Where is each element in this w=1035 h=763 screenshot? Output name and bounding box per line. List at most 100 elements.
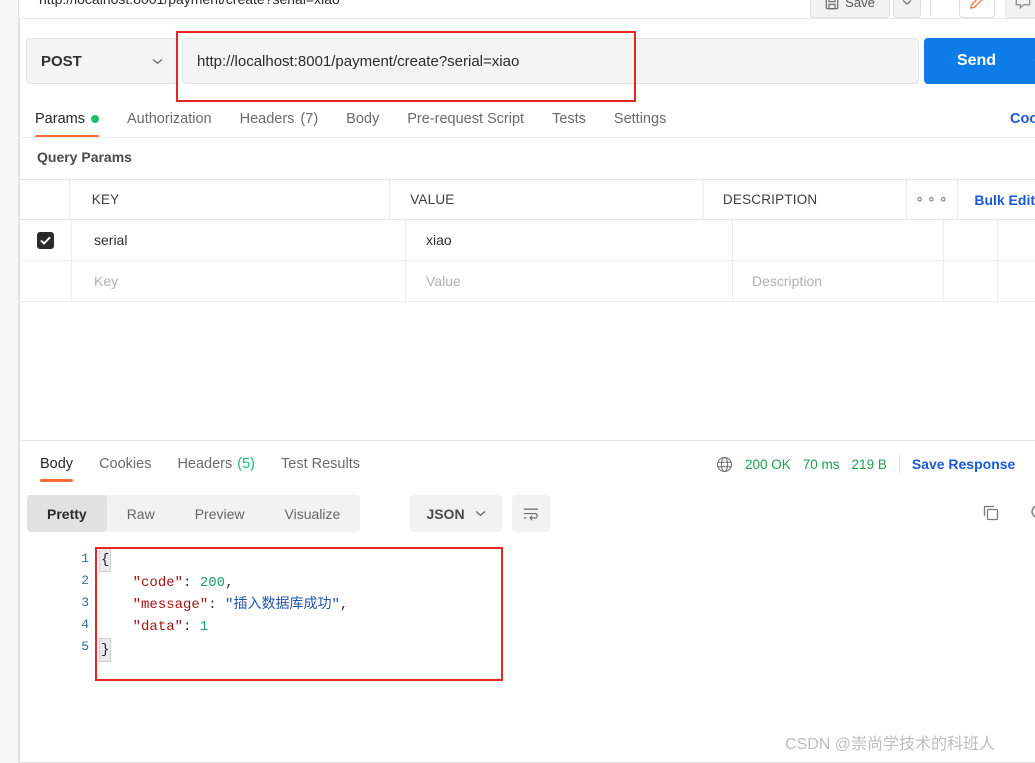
toolbar-divider [930,0,931,16]
tab-pre-request-script[interactable]: Pre-request Script [393,103,538,135]
header-key: KEY [91,192,120,207]
send-options-button[interactable] [1024,38,1035,84]
json-key-data: "data" [132,619,184,635]
cookies-link[interactable]: Cookies [1010,111,1035,127]
tab-headers-count: (7) [300,111,319,127]
response-json-code[interactable]: { "code": 200, "message": "插入数据库成功", "da… [99,548,348,662]
left-gutter [0,0,19,763]
response-separator [19,440,1035,441]
row-checkbox-cell[interactable] [19,219,72,261]
word-wrap-icon [522,506,540,522]
placeholder-trailing-cell [998,261,1035,302]
json-close-brace: } [99,638,112,662]
copy-response-button[interactable] [981,503,1001,523]
response-tab-test-results-label: Test Results [281,456,360,472]
http-method-select[interactable]: POST [26,38,178,84]
tabs-underline [19,137,1035,138]
response-view-mode-group: Pretty Raw Preview Visualize [27,495,361,532]
row-trailing-cell [998,220,1035,261]
response-status-bar: 200 OK 70 ms 219 B Save Response [716,452,1015,476]
pencil-edit-icon [968,0,986,11]
json-key-message: "message" [132,597,209,613]
url-text: http://localhost:8001/payment/create?ser… [197,52,520,70]
chevron-down-icon [902,0,912,6]
save-button[interactable]: Save [810,0,890,18]
save-response-button[interactable]: Save Response [912,456,1016,472]
params-modified-dot-icon [90,115,99,123]
placeholder-value-input[interactable]: Value [426,273,461,289]
tab-body[interactable]: Body [332,103,393,135]
tab-pre-request-script-label: Pre-request Script [407,111,525,127]
tab-headers[interactable]: Headers (7) [226,103,333,135]
http-method-label: POST [41,52,82,70]
tab-tests-label: Tests [552,111,586,127]
line-numbers: 12345 [81,551,89,654]
table-row-placeholder: Key Value Description [19,260,1035,302]
tab-params-label: Params [35,111,85,127]
tab-settings[interactable]: Settings [600,103,680,135]
word-wrap-button[interactable] [512,495,550,532]
response-time: 70 ms [802,456,840,472]
tab-headers-label: Headers [239,111,295,127]
placeholder-description-input[interactable]: Description [752,273,822,289]
request-response-panel: http://localhost:8001/payment/create?ser… [19,0,1035,763]
json-sep-3: : [183,619,200,635]
json-open-brace: { [99,548,112,572]
header-value: VALUE [410,192,455,207]
edit-button[interactable] [959,0,995,18]
response-format-select[interactable]: JSON [410,495,502,532]
view-mode-preview[interactable]: Preview [175,495,265,532]
query-params-title: Query Params [37,149,132,165]
view-mode-pretty[interactable]: Pretty [27,495,107,532]
view-mode-raw[interactable]: Raw [107,495,175,532]
tab-settings-label: Settings [613,111,667,127]
json-comma-2: , [339,597,349,613]
response-body-viewer: 12345 { "code": 200, "message": "插入数据库成功… [19,543,1035,723]
comment-button[interactable] [1005,0,1035,18]
response-tab-body-label: Body [40,456,74,472]
row-key-value[interactable]: serial [94,232,127,248]
row-options-cell [944,219,998,261]
response-tab-headers-label: Headers [177,456,233,472]
url-input[interactable]: http://localhost:8001/payment/create?ser… [182,38,919,84]
placeholder-checkbox-cell[interactable] [19,260,72,302]
tab-tests[interactable]: Tests [538,103,600,135]
json-key-code: "code" [132,575,184,591]
tab-authorization-label: Authorization [126,111,212,127]
search-icon [1029,503,1035,523]
json-value-data: 1 [199,619,209,635]
comment-icon [1014,0,1032,11]
globe-icon [716,456,733,473]
save-icon [825,0,839,10]
send-button[interactable]: Send [924,38,1029,84]
json-value-message: "插入数据库成功" [225,597,340,613]
header-checkbox-cell [19,179,70,220]
response-size: 219 B [851,456,887,472]
response-tab-headers[interactable]: Headers (5) [164,450,268,478]
watermark-text: CSDN @崇尚学技术的科班人 [785,736,996,753]
response-tab-body[interactable]: Body [27,450,86,482]
tab-body-label: Body [346,111,380,127]
json-comma-1: , [225,575,234,591]
status-divider [898,455,900,473]
placeholder-key-input[interactable]: Key [94,273,118,289]
tab-params[interactable]: Params [35,103,113,138]
tab-authorization[interactable]: Authorization [113,103,226,135]
table-options-button[interactable]: ⚬⚬⚬ [907,179,959,220]
bulk-edit-link[interactable]: Bulk Edit [974,192,1035,208]
query-params-table: KEY VALUE DESCRIPTION ⚬⚬⚬ Bulk Edit seri… [19,179,1035,302]
row-checkbox-checked[interactable] [36,231,54,249]
response-tab-cookies[interactable]: Cookies [86,450,164,478]
json-sep-1: : [183,575,200,591]
view-mode-visualize[interactable]: Visualize [265,495,361,532]
ellipsis-icon: ⚬⚬⚬ [914,191,950,207]
response-tab-test-results[interactable]: Test Results [268,450,373,478]
save-options-button[interactable] [893,0,921,18]
tab-title: http://localhost:8001/payment/create?ser… [39,0,340,7]
chevron-down-icon [475,510,486,517]
postman-window: http://localhost:8001/payment/create?ser… [0,0,1035,763]
code-fold-rail [95,551,96,631]
line-number-gutter: 12345 [63,548,89,658]
search-response-button[interactable] [1029,503,1035,523]
row-value-value[interactable]: xiao [426,232,452,248]
